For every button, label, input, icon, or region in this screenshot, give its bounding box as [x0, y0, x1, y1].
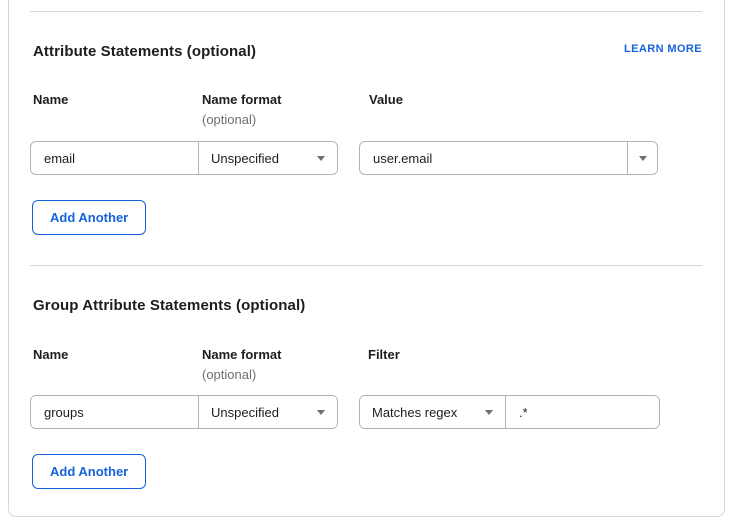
- attribute-add-another-button[interactable]: Add Another: [32, 200, 146, 235]
- section-divider: [30, 265, 702, 266]
- group-filter-group: Matches regex: [359, 395, 660, 429]
- dropdown-caret-icon: [485, 410, 493, 415]
- attribute-statements-title: Attribute Statements (optional): [33, 43, 256, 60]
- group-name-format-group: Unspecified: [30, 395, 338, 429]
- column-header-name-format: Name format: [202, 347, 281, 362]
- group-filter-type-selected: Matches regex: [372, 405, 457, 420]
- attribute-name-format-select[interactable]: Unspecified: [198, 142, 337, 174]
- dropdown-caret-icon: [317, 410, 325, 415]
- top-divider: [30, 11, 702, 12]
- column-header-name-format-note: (optional): [202, 112, 256, 127]
- dropdown-caret-icon: [639, 156, 647, 161]
- dropdown-caret-icon: [317, 156, 325, 161]
- group-name-format-select[interactable]: Unspecified: [198, 396, 337, 428]
- group-attribute-statements-title: Group Attribute Statements (optional): [33, 297, 305, 314]
- group-name-format-selected: Unspecified: [211, 405, 279, 420]
- attribute-name-format-group: Unspecified: [30, 141, 338, 175]
- learn-more-link[interactable]: LEARN MORE: [624, 43, 702, 55]
- column-header-name-format-note: (optional): [202, 367, 256, 382]
- column-header-name-format: Name format: [202, 92, 281, 107]
- attribute-value-expression-button[interactable]: [627, 142, 657, 174]
- column-header-name: Name: [33, 92, 68, 107]
- attribute-name-input[interactable]: [31, 142, 198, 174]
- attribute-name-cell: [31, 142, 198, 174]
- group-filter-value-input[interactable]: [506, 396, 659, 428]
- attribute-value-group: [359, 141, 658, 175]
- group-name-cell: [31, 396, 198, 428]
- attribute-name-format-selected: Unspecified: [211, 151, 279, 166]
- column-header-value: Value: [369, 92, 403, 107]
- attribute-value-cell: [360, 142, 627, 174]
- attribute-value-input[interactable]: [360, 142, 627, 174]
- group-name-input[interactable]: [31, 396, 198, 428]
- saml-settings-card: [8, 0, 725, 517]
- group-add-another-button[interactable]: Add Another: [32, 454, 146, 489]
- group-filter-value-cell: [506, 396, 659, 428]
- column-header-filter: Filter: [368, 347, 400, 362]
- group-filter-type-select[interactable]: Matches regex: [360, 396, 506, 428]
- column-header-name: Name: [33, 347, 68, 362]
